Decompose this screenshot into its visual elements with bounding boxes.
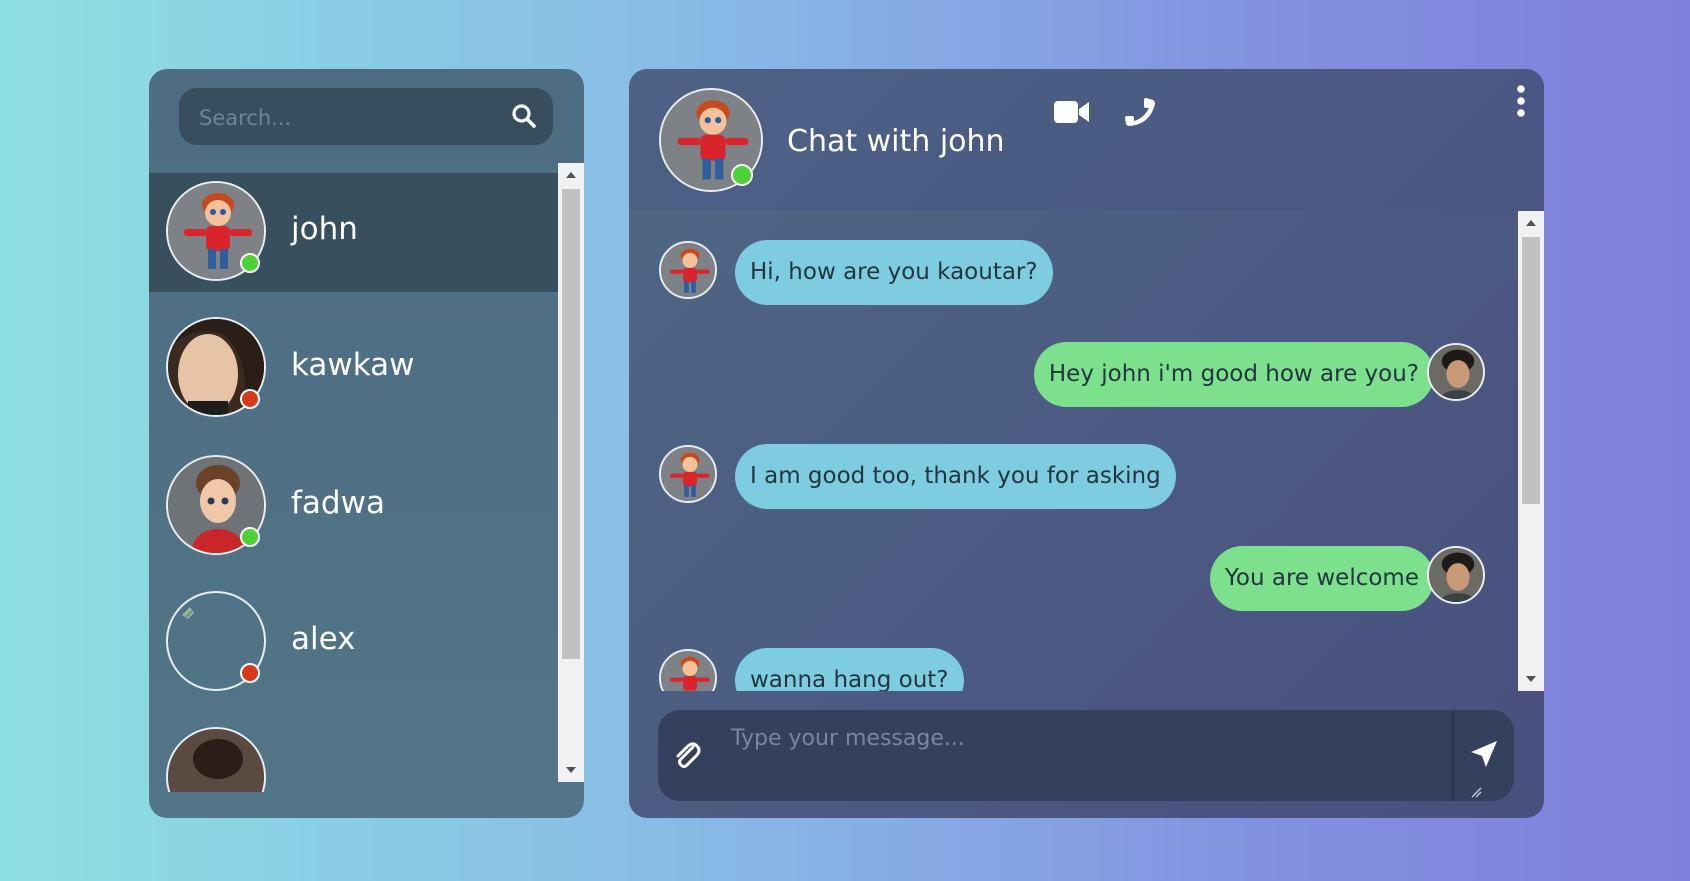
- message-composer: [658, 710, 1514, 801]
- contacts-list: john kawkaw fadwa alex: [149, 163, 558, 792]
- online-status-dot: [240, 527, 260, 547]
- contact-name: kawkaw: [291, 347, 415, 383]
- phone-icon[interactable]: [1124, 96, 1156, 128]
- message-input[interactable]: [721, 716, 1435, 795]
- avatar: [166, 727, 266, 792]
- scrollbar-thumb[interactable]: [562, 189, 580, 659]
- search-icon[interactable]: [511, 103, 537, 129]
- online-status-dot: [240, 253, 260, 273]
- contact-item-fadwa[interactable]: fadwa: [149, 447, 558, 566]
- outgoing-message-bubble: You are welcome: [1209, 546, 1434, 611]
- search-input[interactable]: [197, 88, 501, 147]
- contact-item-john[interactable]: john: [149, 173, 558, 292]
- incoming-message-bubble: Hi, how are you kaoutar?: [735, 240, 1053, 305]
- scroll-down-arrow[interactable]: [566, 767, 576, 773]
- scrollbar-thumb[interactable]: [1522, 237, 1540, 504]
- offline-status-dot: [240, 389, 260, 409]
- contact-name: fadwa: [291, 485, 385, 521]
- scroll-up-arrow[interactable]: [566, 172, 576, 178]
- contact-name: alex: [291, 621, 356, 657]
- contact-name: john: [291, 211, 358, 247]
- incoming-message-bubble: wanna hang out?: [735, 648, 964, 691]
- messages-area: Hi, how are you kaoutar? Hey john i'm go…: [629, 211, 1518, 691]
- send-arrow-icon: [1471, 741, 1497, 767]
- chat-title: Chat with john: [787, 124, 1005, 159]
- outgoing-message-bubble: Hey john i'm good how are you?: [1033, 342, 1434, 407]
- online-status-dot: [731, 164, 753, 186]
- avatar: [659, 649, 717, 691]
- chat-panel: Chat with john Hi, how are you kaoutar? …: [629, 69, 1544, 818]
- avatar: [1427, 343, 1485, 401]
- offline-status-dot: [240, 663, 260, 683]
- contacts-panel: john kawkaw: [149, 69, 584, 818]
- scroll-up-arrow[interactable]: [1526, 220, 1536, 226]
- send-button[interactable]: [1454, 710, 1514, 801]
- scroll-down-arrow[interactable]: [1526, 676, 1536, 682]
- avatar: [659, 241, 717, 299]
- avatar: [1427, 546, 1485, 604]
- video-camera-icon[interactable]: [1054, 99, 1090, 125]
- chat-header: Chat with john: [629, 69, 1544, 211]
- search-bar: [179, 88, 553, 147]
- more-vertical-icon[interactable]: [1515, 85, 1527, 117]
- contact-item-alex[interactable]: alex: [149, 583, 558, 702]
- avatar: [659, 445, 717, 503]
- contact-item-kawkaw[interactable]: kawkaw: [149, 309, 558, 428]
- incoming-message-bubble: I am good too, thank you for asking: [735, 444, 1176, 509]
- contact-item[interactable]: [149, 719, 558, 792]
- contacts-scrollbar[interactable]: [558, 163, 584, 782]
- paperclip-icon[interactable]: [673, 741, 701, 771]
- messages-scrollbar[interactable]: [1518, 211, 1544, 691]
